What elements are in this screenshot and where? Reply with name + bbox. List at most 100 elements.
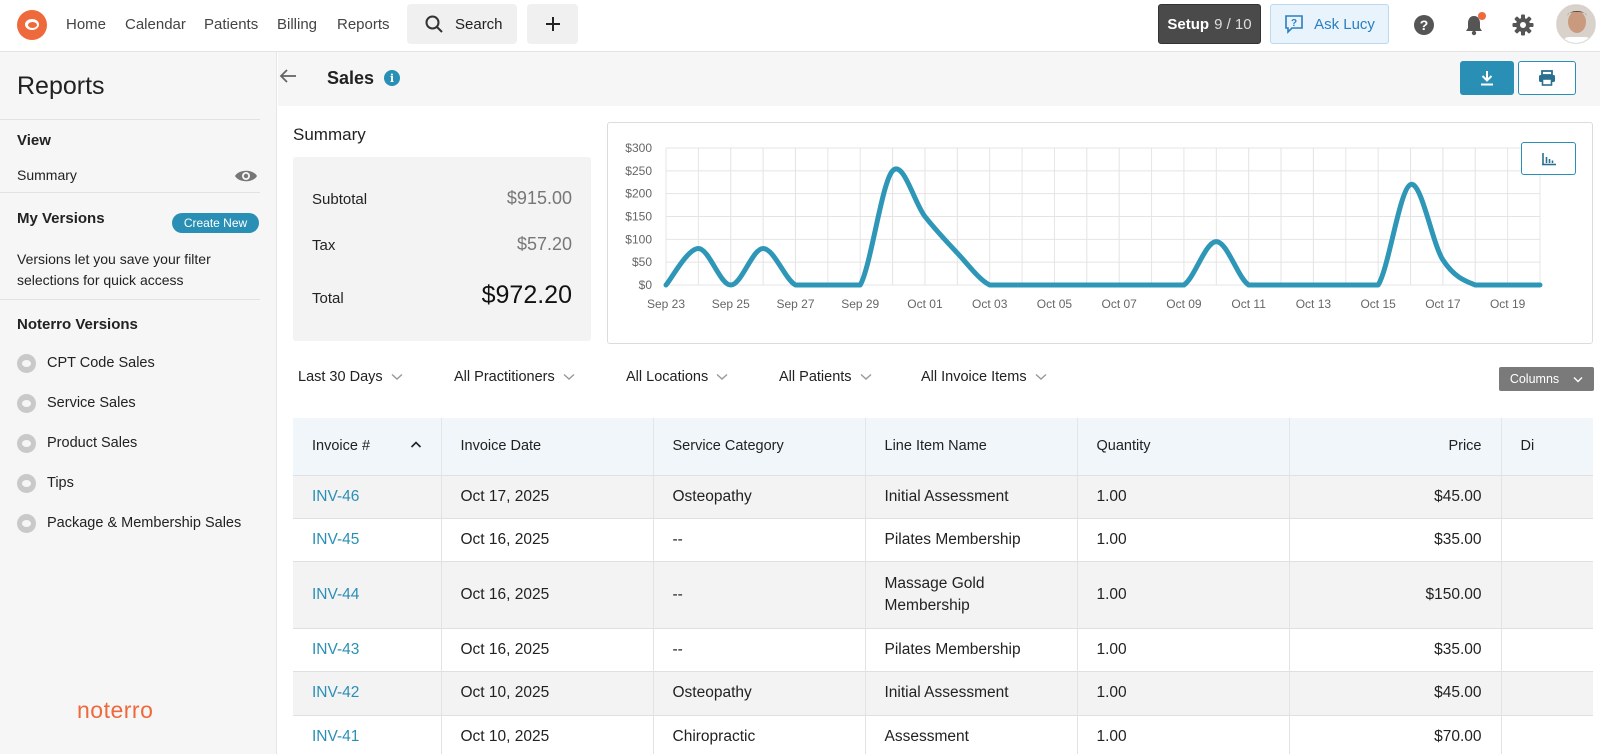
sidebar-item-tips[interactable]: Tips	[17, 472, 74, 494]
header-label: Invoice #	[312, 438, 371, 455]
invoice-link[interactable]: INV-43	[293, 627, 442, 671]
quantity-cell: 1.00	[1077, 474, 1290, 518]
setup-label: Setup	[1167, 15, 1210, 33]
x-tick-label: Sep 25	[712, 297, 750, 311]
table-row: INV-45 Oct 16, 2025 -- Pilates Membershi…	[293, 517, 1593, 561]
invoice-link[interactable]: INV-44	[293, 560, 442, 628]
x-tick-label: Oct 17	[1425, 297, 1461, 311]
service-category-cell: --	[653, 517, 866, 561]
eye-icon[interactable]	[234, 168, 258, 187]
table-row: INV-42 Oct 10, 2025 Osteopathy Initial A…	[293, 670, 1593, 715]
search-button[interactable]: Search	[407, 4, 517, 44]
price-cell: $35.00	[1289, 627, 1502, 671]
column-header-invoice-number[interactable]: Invoice #	[293, 418, 442, 475]
setup-button[interactable]: Setup 9 / 10	[1158, 4, 1261, 44]
line-item-cell: Assessment	[865, 714, 1078, 754]
sidebar-item-package-membership-sales[interactable]: Package & Membership Sales	[17, 512, 241, 534]
invoice-link[interactable]: INV-46	[293, 474, 442, 518]
sidebar-item-product-sales[interactable]: Product Sales	[17, 432, 137, 454]
y-tick-label: $200	[625, 187, 652, 201]
y-tick-label: $50	[632, 255, 652, 269]
sidebar-item-service-sales[interactable]: Service Sales	[17, 392, 136, 414]
chevron-down-icon	[1573, 376, 1583, 382]
help-icon[interactable]: ?	[1411, 12, 1437, 38]
download-icon	[1481, 71, 1493, 86]
ask-lucy-button[interactable]: ? Ask Lucy	[1270, 4, 1389, 44]
locations-filter[interactable]: All Locations	[626, 369, 728, 385]
filter-label: Last 30 Days	[298, 369, 383, 385]
nav-patients[interactable]: Patients	[204, 16, 258, 33]
tax-row: Tax $57.20	[312, 234, 572, 255]
x-tick-label: Sep 29	[841, 297, 879, 311]
notifications-bell-icon[interactable]	[1461, 12, 1487, 38]
column-header-price[interactable]: Price	[1289, 418, 1502, 475]
invoice-link[interactable]: INV-41	[293, 714, 442, 754]
practitioners-filter[interactable]: All Practitioners	[454, 369, 575, 385]
page-title: Sales	[327, 68, 375, 88]
info-icon[interactable]: i	[384, 70, 400, 86]
help-chat-icon: ?	[1285, 15, 1303, 34]
x-tick-label: Oct 07	[1102, 297, 1138, 311]
nav-calendar[interactable]: Calendar	[125, 16, 186, 33]
version-icon	[17, 393, 36, 413]
noterro-logo-icon[interactable]	[17, 10, 47, 40]
version-icon	[17, 433, 36, 453]
table-row: INV-43 Oct 16, 2025 -- Pilates Membershi…	[293, 627, 1593, 671]
sidebar-item-cpt-code-sales[interactable]: CPT Code Sales	[17, 352, 155, 374]
chart-type-toggle-button[interactable]	[1521, 142, 1576, 175]
x-tick-label: Oct 05	[1037, 297, 1073, 311]
date-range-filter[interactable]: Last 30 Days	[298, 369, 403, 385]
discount-cell	[1501, 627, 1593, 671]
sales-series-line	[663, 166, 1543, 288]
create-new-button[interactable]: Create New	[172, 213, 259, 233]
column-header-line-item-name[interactable]: Line Item Name	[865, 418, 1078, 475]
line-item-cell: Initial Assessment	[865, 474, 1078, 518]
nav-billing[interactable]: Billing	[277, 16, 317, 33]
invoice-date-cell: Oct 16, 2025	[441, 627, 654, 671]
back-arrow-icon[interactable]	[278, 66, 298, 89]
column-header-service-category[interactable]: Service Category	[653, 418, 866, 475]
add-button[interactable]	[527, 4, 578, 44]
invoice-link[interactable]: INV-42	[293, 670, 442, 715]
chevron-down-icon	[391, 373, 403, 380]
sidebar-title: Reports	[17, 72, 105, 100]
sort-ascending-icon[interactable]	[410, 438, 422, 452]
x-tick-label: Oct 11	[1231, 297, 1266, 311]
patients-filter[interactable]: All Patients	[779, 369, 872, 385]
quantity-cell: 1.00	[1077, 560, 1290, 628]
column-header-invoice-date[interactable]: Invoice Date	[441, 418, 654, 475]
invoice-items-filter[interactable]: All Invoice Items	[921, 369, 1047, 385]
price-cell: $70.00	[1289, 714, 1502, 754]
chevron-down-icon	[563, 373, 575, 380]
sidebar-item-summary[interactable]: Summary	[17, 167, 77, 183]
x-tick-label: Oct 15	[1360, 297, 1396, 311]
version-label: Tips	[47, 475, 74, 491]
nav-home[interactable]: Home	[66, 16, 106, 33]
service-category-cell: --	[653, 627, 866, 671]
table-row: INV-41 Oct 10, 2025 Chiropractic Assessm…	[293, 714, 1593, 754]
plus-icon	[545, 17, 560, 31]
invoice-date-cell: Oct 10, 2025	[441, 670, 654, 715]
column-header-quantity[interactable]: Quantity	[1077, 418, 1290, 475]
columns-button[interactable]: Columns	[1499, 367, 1594, 391]
total-label: Total	[312, 290, 344, 307]
table-header-row: Invoice # Invoice Date Service Category …	[293, 418, 1593, 475]
y-tick-label: $150	[625, 210, 652, 224]
column-header-discount[interactable]: Di	[1501, 418, 1593, 475]
print-button[interactable]	[1518, 61, 1576, 95]
invoice-link[interactable]: INV-45	[293, 517, 442, 561]
service-category-cell: Osteopathy	[653, 670, 866, 715]
chevron-down-icon	[716, 373, 728, 380]
download-button[interactable]	[1460, 61, 1514, 95]
price-cell: $45.00	[1289, 474, 1502, 518]
user-avatar[interactable]	[1556, 4, 1596, 44]
settings-gear-icon[interactable]	[1510, 12, 1536, 38]
discount-cell	[1501, 714, 1593, 754]
subtotal-value: $915.00	[506, 188, 572, 208]
line-item-cell: Initial Assessment	[865, 670, 1078, 715]
nav-reports[interactable]: Reports	[337, 16, 390, 33]
subtotal-row: Subtotal $915.00	[312, 188, 572, 209]
quantity-cell: 1.00	[1077, 627, 1290, 671]
sales-table: Invoice # Invoice Date Service Category …	[293, 418, 1593, 754]
reports-sidebar: Reports View Summary My Versions Create …	[0, 52, 277, 754]
